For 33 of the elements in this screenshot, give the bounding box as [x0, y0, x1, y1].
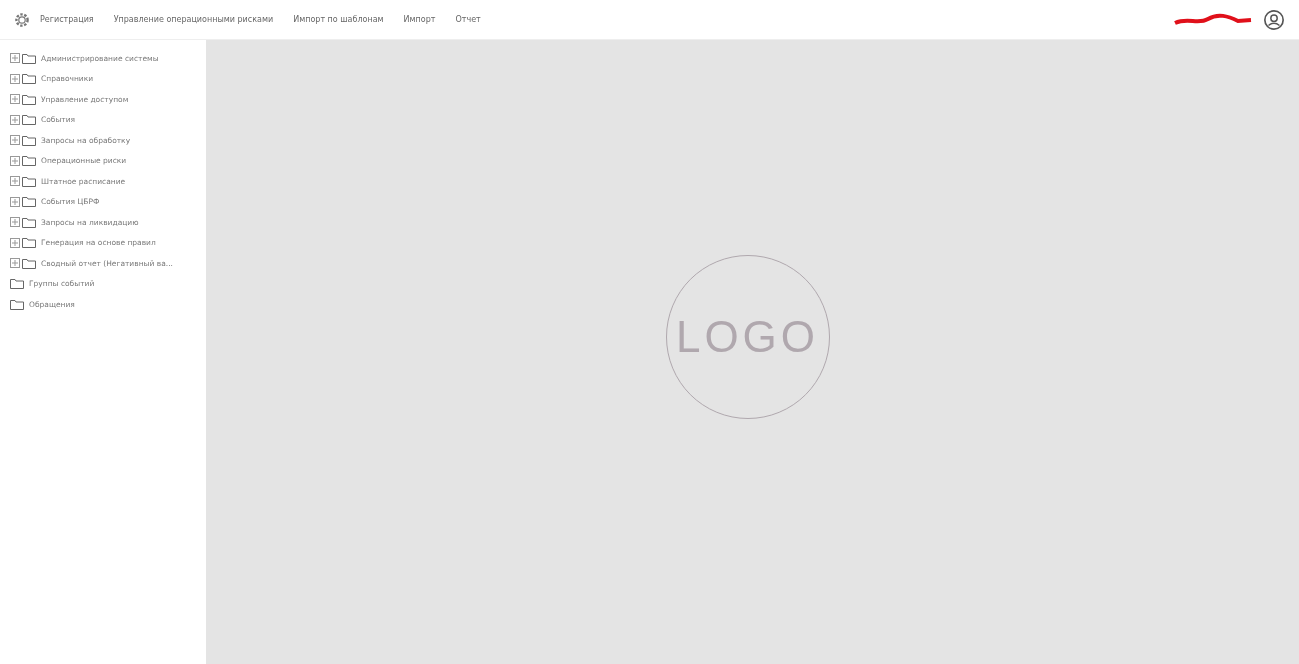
folder-icon: [22, 155, 36, 167]
folder-icon: [22, 73, 36, 85]
menu-item[interactable]: Регистрация: [40, 15, 94, 24]
expand-icon[interactable]: [10, 217, 20, 228]
folder-icon: [22, 93, 36, 105]
expand-icon[interactable]: [10, 258, 20, 269]
logo-text: LOGO: [675, 312, 820, 362]
folder-icon: [10, 298, 24, 310]
expand-icon[interactable]: [10, 114, 20, 125]
expand-icon[interactable]: [10, 155, 20, 166]
expand-icon[interactable]: [10, 196, 20, 207]
expand-icon[interactable]: [10, 135, 20, 146]
folder-icon: [22, 257, 36, 269]
menu-item[interactable]: Импорт: [403, 15, 436, 24]
folder-icon: [22, 134, 36, 146]
redaction-scribble-icon: [1173, 12, 1253, 27]
menu-item[interactable]: Импорт по шаблонам: [293, 15, 384, 24]
folder-icon: [22, 175, 36, 187]
expand-icon[interactable]: [10, 94, 20, 105]
expand-icon[interactable]: [10, 73, 20, 84]
settings-icon[interactable]: [14, 11, 30, 28]
folder-icon: [22, 196, 36, 208]
folder-icon: [22, 52, 36, 64]
expand-icon[interactable]: [10, 53, 20, 64]
menu-item[interactable]: Отчет: [455, 15, 481, 24]
user-avatar-icon[interactable]: [1263, 8, 1285, 31]
menu-item[interactable]: Управление операционными рисками: [113, 15, 274, 24]
expand-icon[interactable]: [10, 176, 20, 187]
folder-icon: [10, 278, 24, 290]
folder-icon: [22, 237, 36, 249]
expand-icon[interactable]: [10, 237, 20, 248]
folder-icon: [22, 216, 36, 228]
folder-icon: [22, 114, 36, 126]
